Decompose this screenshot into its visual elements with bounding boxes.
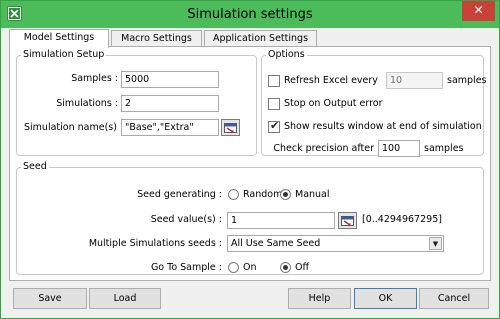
multiple-simulations-seeds-value: All Use Same Seed	[231, 238, 321, 249]
check-precision-label: Check precision after	[273, 143, 374, 154]
seed-random-label: Random	[243, 189, 283, 200]
cell-range-picker-icon	[341, 216, 354, 226]
simulations-label: Simulations :	[56, 98, 118, 109]
ok-button[interactable]: OK	[354, 288, 417, 309]
close-button[interactable]: ✕	[462, 1, 495, 21]
refresh-interval-input[interactable]	[386, 72, 443, 89]
seed-values-label: Seed value(s) :	[150, 214, 222, 225]
multiple-simulations-seeds-select[interactable]: All Use Same Seed ▼	[227, 235, 444, 252]
refresh-interval-unit: samples	[447, 75, 487, 86]
simulation-names-label: Simulation name(s) :	[24, 122, 124, 133]
simulation-names-input[interactable]	[121, 119, 219, 136]
simulations-input[interactable]	[121, 95, 219, 112]
check-precision-unit: samples	[424, 143, 464, 154]
show-results-window-checkbox[interactable]: ✔	[268, 119, 280, 133]
multiple-simulations-seeds-label: Multiple Simulations seeds :	[88, 238, 222, 249]
tab-macro-settings[interactable]: Macro Settings	[111, 30, 202, 47]
go-to-sample-on-label: On	[243, 262, 257, 273]
samples-label: Samples :	[71, 73, 118, 84]
seed-values-picker-button[interactable]	[338, 212, 357, 229]
chevron-down-icon: ▼	[429, 237, 442, 250]
load-button[interactable]: Load	[89, 288, 161, 309]
options-legend: Options	[268, 49, 305, 60]
dialog-body: Model Settings Macro Settings Applicatio…	[5, 28, 495, 314]
refresh-excel-checkbox[interactable]	[268, 75, 280, 87]
refresh-excel-label: Refresh Excel every	[284, 75, 378, 86]
seed-range-hint: [0..4294967295]	[362, 214, 442, 225]
go-to-sample-off-radio[interactable]	[280, 262, 291, 273]
seed-manual-label: Manual	[295, 189, 330, 200]
seed-generating-label: Seed generating :	[137, 189, 222, 200]
seed-values-input[interactable]	[227, 212, 335, 229]
radio-selected-dot	[283, 192, 288, 197]
help-button[interactable]: Help	[288, 288, 351, 309]
go-to-sample-on-radio[interactable]	[228, 262, 239, 273]
check-precision-input[interactable]	[378, 140, 420, 157]
tab-application-settings[interactable]: Application Settings	[204, 30, 317, 47]
simulation-setup-legend: Simulation Setup	[23, 49, 105, 60]
tab-model-settings[interactable]: Model Settings	[9, 29, 109, 48]
go-to-sample-label: Go To Sample :	[150, 262, 222, 273]
cancel-button[interactable]: Cancel	[419, 288, 489, 309]
samples-input[interactable]	[121, 71, 219, 88]
seed-random-radio[interactable]	[228, 189, 239, 200]
model-settings-panel: Simulation Setup Samples : Simulations :…	[9, 46, 491, 281]
go-to-sample-off-label: Off	[295, 262, 310, 273]
seed-legend: Seed	[23, 161, 47, 172]
checkmark-icon: ✔	[270, 119, 280, 132]
simulation-names-picker-button[interactable]	[221, 119, 240, 136]
title-bar[interactable]: Simulation settings ✕	[1, 1, 499, 28]
stop-on-output-error-label: Stop on Output error	[284, 98, 383, 109]
stop-on-output-error-checkbox[interactable]	[268, 98, 280, 110]
close-icon: ✕	[473, 3, 484, 17]
save-button[interactable]: Save	[13, 288, 87, 309]
window-title: Simulation settings	[187, 7, 313, 22]
cell-range-picker-icon	[224, 123, 237, 133]
seed-manual-radio[interactable]	[280, 189, 291, 200]
simulation-settings-window: Simulation settings ✕ Model Settings Mac…	[0, 0, 500, 319]
show-results-window-label: Show results window at end of simulation	[284, 121, 482, 132]
radio-selected-dot	[283, 265, 288, 270]
